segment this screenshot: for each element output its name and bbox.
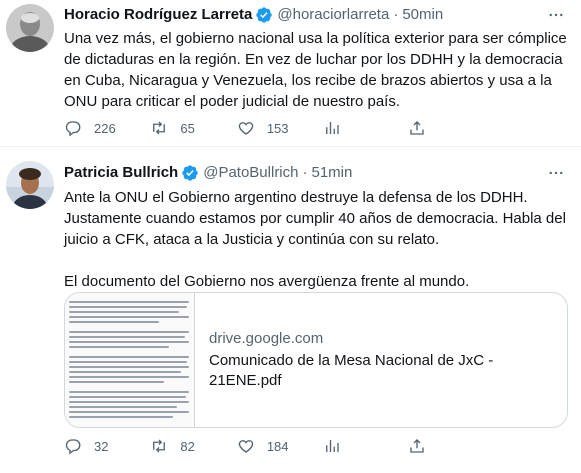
reply-count: 226 [94,120,116,136]
more-options-icon[interactable] [545,4,567,26]
tweet-actions: 32 82 184 [64,437,494,455]
document-thumbnail [65,293,195,427]
avatar[interactable] [6,161,54,209]
tweet-text: Una vez más, el gobierno nacional usa la… [64,30,567,110]
author-name[interactable]: Horacio Rodríguez Larreta [64,5,252,25]
like-count: 184 [266,438,289,454]
analytics-icon [326,440,339,452]
link-card[interactable]: drive.google.com Comunicado de la Mesa N… [64,292,568,428]
analytics-button[interactable] [323,437,409,455]
verified-badge-icon [181,164,199,182]
retweet-button[interactable]: 65 [150,119,236,137]
retweet-count: 65 [180,120,195,136]
retweet-button[interactable]: 82 [150,437,236,455]
share-button[interactable] [408,119,494,137]
share-button[interactable] [408,437,494,455]
analytics-icon [326,122,339,134]
like-button[interactable]: 184 [237,437,323,455]
like-icon [238,440,254,453]
reply-icon [65,121,81,137]
tweet[interactable]: Horacio Rodríguez Larreta @horaciorlarre… [0,0,581,147]
tweet-header: Horacio Rodríguez Larreta @horaciorlarre… [64,5,443,25]
more-options-icon[interactable] [545,162,567,184]
analytics-button[interactable] [323,119,409,137]
verified-badge-icon [255,6,273,24]
avatar[interactable] [6,4,54,52]
tweet-header: Patricia Bullrich @PatoBullrich · 51min [64,163,352,183]
reply-count: 32 [94,438,109,454]
timestamp[interactable]: 51min [312,163,353,183]
like-icon [238,122,254,135]
share-icon [409,121,424,135]
tweet-text: Ante la ONU el Gobierno argentino destru… [64,189,566,290]
retweet-icon [153,121,166,135]
link-card-body: drive.google.com Comunicado de la Mesa N… [195,293,567,427]
tweet-actions: 226 65 153 [64,119,494,137]
link-card-domain: drive.google.com [209,330,324,347]
author-handle[interactable]: @PatoBullrich [203,163,298,183]
share-icon [409,439,424,453]
link-card-title: Comunicado de la Mesa Nacional de JxC - … [209,352,494,389]
like-count: 153 [266,120,289,136]
tweet[interactable]: Patricia Bullrich @PatoBullrich · 51min … [0,148,581,473]
reply-button[interactable]: 226 [64,119,150,137]
author-name[interactable]: Patricia Bullrich [64,163,178,183]
separator: · [393,6,399,23]
like-button[interactable]: 153 [237,119,323,137]
reply-button[interactable]: 32 [64,437,150,455]
reply-icon [65,439,81,455]
timestamp[interactable]: 50min [402,5,443,25]
retweet-icon [153,439,166,453]
separator: · [302,164,308,181]
retweet-count: 82 [180,438,195,454]
author-handle[interactable]: @horaciorlarreta [277,5,389,25]
